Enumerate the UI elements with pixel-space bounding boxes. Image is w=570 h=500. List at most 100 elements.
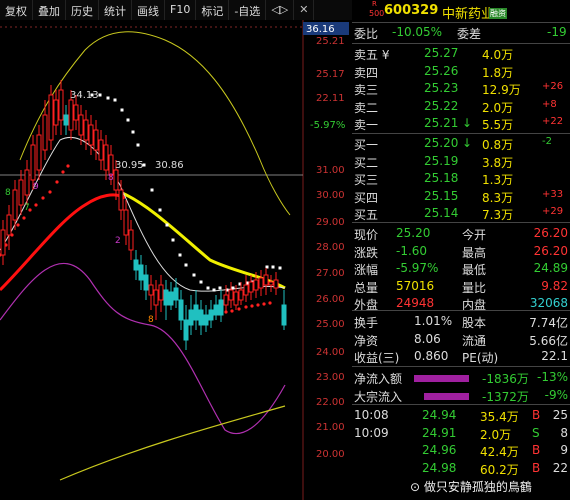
- peak-label: 34.13: [70, 90, 99, 101]
- toolbar-item-7[interactable]: -自选: [229, 0, 267, 20]
- candle-body: [263, 274, 269, 286]
- toolbar-item-9[interactable]: ✕: [294, 0, 315, 20]
- level-label-2: 30.86: [155, 160, 184, 171]
- y-axis-tick: 25.00: [316, 319, 345, 330]
- candle-body: [30, 144, 36, 181]
- candle-body: [128, 229, 134, 251]
- toolbar: 复权 叠加 历史 统计 画线 F10 标记 -自选 ◁▷ ✕: [0, 0, 352, 21]
- candle-body: [228, 289, 234, 301]
- sar-dot: [271, 265, 275, 269]
- flow-bar: [414, 375, 469, 382]
- candle-body: [188, 309, 194, 326]
- y-axis-tick: 36.16: [306, 24, 335, 35]
- candle-body: [178, 299, 184, 321]
- bid-row: 买三 25.18 1.3万: [354, 171, 514, 187]
- candle-body: [158, 284, 164, 301]
- sar-dot: [66, 164, 70, 168]
- weibi-row: 委比 -10.05% 委差 -19: [354, 25, 567, 41]
- watermark: ⊙ 做只安静孤独的鳥鶴: [410, 480, 532, 494]
- sar-dot: [126, 118, 130, 122]
- y-axis-tick: 24.00: [316, 347, 345, 358]
- flow-row: 净流入额 -1836万 -13%: [354, 370, 568, 386]
- sar-dot: [206, 286, 210, 290]
- sar-dot: [212, 288, 216, 292]
- y-axis-tick: 23.00: [316, 372, 345, 383]
- candle-body: [68, 99, 74, 131]
- sar-dot: [278, 266, 282, 270]
- y-axis-tick: 21.00: [316, 422, 345, 433]
- y-axis-tick: 22.11: [316, 93, 345, 104]
- stat-row: 总量 57016 量比 9.82: [354, 278, 568, 295]
- candle-body: [0, 229, 6, 256]
- candle-body: [248, 281, 254, 293]
- sar-dot: [136, 143, 140, 147]
- candle-body: [213, 304, 219, 316]
- candle-body: [78, 114, 84, 136]
- ask-row: 卖二 25.22 2.0万 +8: [354, 98, 557, 115]
- tick-row: 10:09 24.91 2.0万 S 8: [354, 425, 568, 442]
- stock-name: 中新药业: [442, 7, 495, 22]
- y-axis-tick: 29.00: [316, 217, 345, 228]
- sar-dot: [131, 130, 135, 134]
- toolbar-item-5[interactable]: F10: [165, 0, 197, 20]
- candle-body: [268, 281, 274, 286]
- sar-dot: [61, 170, 65, 174]
- ask-row: 卖五 ¥25.27 4.0万: [354, 46, 514, 62]
- ask-row: 卖三 25.23 12.9万 +26: [354, 81, 564, 97]
- sar-dot: [113, 98, 117, 102]
- sar-dot: [171, 238, 175, 242]
- y-axis-tick: 25.17: [316, 69, 345, 80]
- candle-body: [233, 291, 239, 306]
- candle-body: [168, 291, 174, 306]
- svg-text:7: 7: [24, 203, 30, 213]
- sar-dot: [192, 273, 196, 277]
- stock-code: 600329: [384, 3, 439, 18]
- candle-body: [98, 139, 104, 161]
- candle-body: [88, 124, 94, 146]
- sar-dot: [150, 188, 154, 192]
- candle-body: [193, 304, 199, 321]
- candle-body: [12, 189, 18, 221]
- candle-body: [203, 314, 209, 326]
- toolbar-item-3[interactable]: 统计: [99, 0, 132, 20]
- sar-dot: [16, 223, 20, 227]
- sar-dot: [106, 96, 110, 100]
- stat-row: 涨跌 -1.60 最高 26.20: [354, 243, 568, 260]
- svg-text:8: 8: [5, 188, 11, 198]
- sar-dot: [250, 304, 254, 308]
- sar-dot: [184, 263, 188, 267]
- toolbar-item-4[interactable]: 画线: [132, 0, 165, 20]
- y-axis-tick: 25.21: [316, 36, 345, 47]
- sar-dot: [268, 301, 272, 305]
- candle-body: [253, 279, 259, 291]
- toolbar-item-2[interactable]: 历史: [66, 0, 99, 20]
- candle-body: [103, 144, 109, 171]
- toolbar-item-1[interactable]: 叠加: [33, 0, 66, 20]
- stat-row: 涨幅 -5.97% 最低 24.89: [354, 261, 568, 277]
- flow-bar: [424, 392, 469, 400]
- fundamental-row: 收益(三) 0.860 PE(动) 22.1: [354, 349, 568, 365]
- candle-body: [6, 214, 12, 236]
- sar-dot: [230, 309, 234, 313]
- toolbar-item-8[interactable]: ◁▷: [266, 0, 295, 20]
- candle-body: [243, 284, 249, 296]
- svg-text:8: 8: [108, 173, 114, 183]
- toolbar-item-6[interactable]: 标记: [196, 0, 230, 20]
- toolbar-item-0[interactable]: 复权: [0, 0, 33, 20]
- candle-body: [223, 294, 229, 306]
- flow-row: 大宗流入 -1372万 -9%: [354, 387, 568, 404]
- y-axis-tick: 28.00: [316, 242, 345, 253]
- candle-body: [24, 169, 30, 196]
- ask-row: 卖四 25.26 1.8万: [354, 63, 514, 80]
- candle-body: [133, 259, 139, 271]
- sar-dot: [48, 190, 52, 194]
- tick-row: 10:08 24.94 35.4万 B 25: [354, 408, 568, 424]
- candle-body: [108, 154, 114, 176]
- ask-row: 卖一 25.21 5.5万 ↓ +22: [354, 116, 564, 132]
- sar-dot: [218, 286, 222, 290]
- candle-body: [113, 169, 119, 191]
- candle-body: [48, 94, 54, 141]
- y-axis-tick: 30.00: [316, 190, 345, 201]
- kline-chart[interactable]: 36.1625.21 25.17 22.11 -5.97% 31.00 30.00 29.0…: [0, 20, 352, 500]
- candle-body: [18, 179, 24, 206]
